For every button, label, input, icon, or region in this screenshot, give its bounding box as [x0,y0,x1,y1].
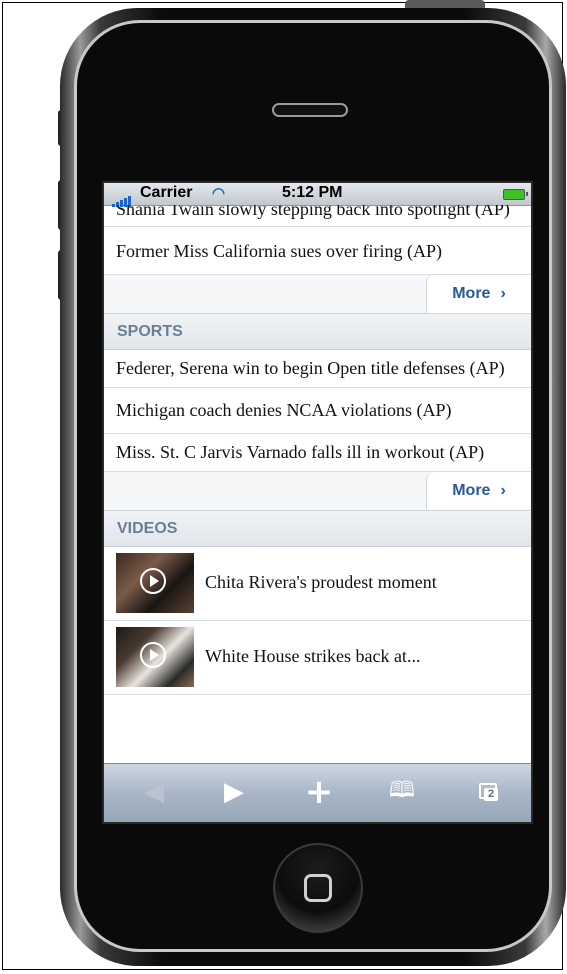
news-item[interactable]: Federer, Serena win to begin Open title … [104,350,531,388]
news-item-title: Michigan coach denies NCAA violations (A… [116,400,452,420]
news-item-title: Shania Twain slowly stepping back into s… [116,205,510,219]
video-thumbnail [116,627,194,687]
pages-count: 2 [484,788,498,801]
news-item-title: Miss. St. C Jarvis Varnado falls ill in … [116,442,485,462]
news-content: Shania Twain slowly stepping back into s… [104,205,531,765]
home-button[interactable] [273,843,363,933]
section-header-videos: VIDEOS [104,511,531,547]
safari-toolbar: ◀ ▶ + 🕮 2 [104,763,531,822]
video-thumbnail [116,553,194,613]
battery-icon [503,189,528,200]
status-bar: Carrier ◠ 5:12 PM [104,183,531,207]
pages-icon: 2 [479,783,499,801]
more-label: More [452,285,491,302]
forward-arrow-icon[interactable]: ▶ [214,776,254,808]
play-icon [140,568,166,594]
video-item[interactable]: Chita Rivera's proudest moment [104,547,531,621]
section-header-sports: SPORTS [104,314,531,350]
play-icon [140,642,166,668]
news-item-title: Federer, Serena win to begin Open title … [116,358,505,378]
video-item[interactable]: White House strikes back at... [104,621,531,695]
carrier-label: Carrier [140,184,193,201]
bookmarks-icon[interactable]: 🕮 [382,776,422,808]
back-arrow-icon[interactable]: ◀ [134,776,174,808]
wifi-icon: ◠ [212,185,226,202]
video-title: Chita Rivera's proudest moment [205,572,437,592]
phone-screen: Carrier ◠ 5:12 PM Shania Twain slowly st… [102,181,533,824]
news-item[interactable]: Miss. St. C Jarvis Varnado falls ill in … [104,434,531,472]
chevron-right-icon: › [500,482,506,499]
pages-button[interactable]: 2 [469,776,509,808]
add-bookmark-icon[interactable]: + [299,772,339,812]
news-item[interactable]: Former Miss California sues over firing … [104,227,531,275]
news-item-title: Former Miss California sues over firing … [116,241,442,261]
video-title: White House strikes back at... [205,646,421,666]
earpiece-speaker [272,103,348,117]
home-square-icon [304,874,332,902]
more-row: More › [104,275,531,314]
more-row: More › [104,472,531,511]
more-button-entertainment[interactable]: More › [426,275,531,313]
more-label: More [452,482,491,499]
news-item[interactable]: Shania Twain slowly stepping back into s… [104,205,531,227]
more-button-sports[interactable]: More › [426,472,531,510]
news-item[interactable]: Michigan coach denies NCAA violations (A… [104,388,531,434]
chevron-right-icon: › [500,285,506,302]
status-time: 5:12 PM [282,184,343,201]
